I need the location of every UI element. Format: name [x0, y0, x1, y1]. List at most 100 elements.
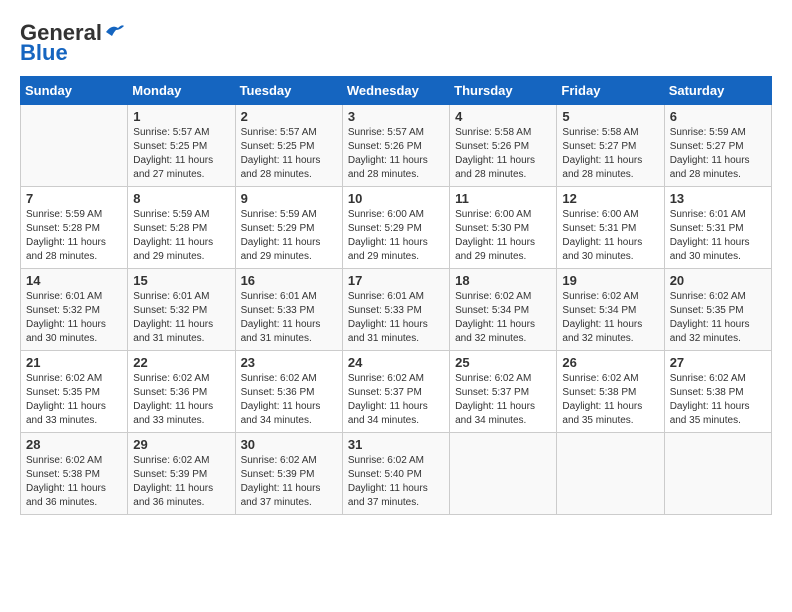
- day-number: 2: [241, 109, 337, 124]
- calendar-cell: 25Sunrise: 6:02 AMSunset: 5:37 PMDayligh…: [450, 351, 557, 433]
- calendar-cell: 31 Sunrise: 6:02 AMSunset: 5:40 PMDayligh…: [342, 433, 449, 515]
- day-number: 12: [562, 191, 658, 206]
- day-number: 13: [670, 191, 766, 206]
- calendar-cell: 23Sunrise: 6:02 AMSunset: 5:36 PMDayligh…: [235, 351, 342, 433]
- day-info: Sunrise: 6:01 AMSunset: 5:32 PMDaylight:…: [26, 290, 122, 346]
- calendar-cell: 4 Sunrise: 5:58 AMSunset: 5:26 PMDaylight…: [450, 105, 557, 187]
- day-info: Sunrise: 6:01 AMSunset: 5:33 PMDaylight:…: [348, 290, 444, 346]
- day-info: Sunrise: 5:57 AMSunset: 5:25 PMDaylight:…: [133, 126, 229, 182]
- day-info: Sunrise: 6:02 AMSunset: 5:35 PMDaylight:…: [670, 290, 766, 346]
- day-info: Sunrise: 5:58 AMSunset: 5:26 PMDaylight:…: [455, 126, 551, 182]
- day-info: Sunrise: 5:59 AMSunset: 5:29 PMDaylight:…: [241, 208, 337, 264]
- calendar-cell: 2 Sunrise: 5:57 AMSunset: 5:25 PMDaylight…: [235, 105, 342, 187]
- day-number: 16: [241, 273, 337, 288]
- calendar-cell: 17 Sunrise: 6:01 AMSunset: 5:33 PMDayligh…: [342, 269, 449, 351]
- calendar-cell: 12 Sunrise: 6:00 AMSunset: 5:31 PMDayligh…: [557, 187, 664, 269]
- day-number: 30: [241, 437, 337, 452]
- day-number: 10: [348, 191, 444, 206]
- day-info: Sunrise: 6:02 AMSunset: 5:38 PMDaylight:…: [26, 454, 122, 510]
- day-number: 11: [455, 191, 551, 206]
- day-info: Sunrise: 5:57 AMSunset: 5:26 PMDaylight:…: [348, 126, 444, 182]
- day-info: Sunrise: 6:02 AMSunset: 5:37 PMDaylight:…: [455, 372, 551, 428]
- day-number: 22: [133, 355, 229, 370]
- calendar-cell: [21, 105, 128, 187]
- day-number: 17: [348, 273, 444, 288]
- weekday-header-friday: Friday: [557, 77, 664, 105]
- page-header: General Blue: [20, 20, 772, 66]
- weekday-header-thursday: Thursday: [450, 77, 557, 105]
- day-number: 5: [562, 109, 658, 124]
- day-info: Sunrise: 6:02 AMSunset: 5:35 PMDaylight:…: [26, 372, 122, 428]
- day-number: 27: [670, 355, 766, 370]
- calendar-cell: [557, 433, 664, 515]
- day-number: 7: [26, 191, 122, 206]
- calendar-cell: 28 Sunrise: 6:02 AMSunset: 5:38 PMDayligh…: [21, 433, 128, 515]
- day-number: 14: [26, 273, 122, 288]
- day-number: 28: [26, 437, 122, 452]
- calendar-cell: 16 Sunrise: 6:01 AMSunset: 5:33 PMDayligh…: [235, 269, 342, 351]
- day-number: 1: [133, 109, 229, 124]
- day-info: Sunrise: 6:02 AMSunset: 5:39 PMDaylight:…: [241, 454, 337, 510]
- day-info: Sunrise: 6:02 AMSunset: 5:37 PMDaylight:…: [348, 372, 444, 428]
- calendar-cell: 13 Sunrise: 6:01 AMSunset: 5:31 PMDayligh…: [664, 187, 771, 269]
- day-number: 31: [348, 437, 444, 452]
- calendar-cell: 5 Sunrise: 5:58 AMSunset: 5:27 PMDaylight…: [557, 105, 664, 187]
- calendar-cell: 19 Sunrise: 6:02 AMSunset: 5:34 PMDayligh…: [557, 269, 664, 351]
- calendar-cell: 1 Sunrise: 5:57 AMSunset: 5:25 PMDaylight…: [128, 105, 235, 187]
- day-number: 4: [455, 109, 551, 124]
- day-number: 9: [241, 191, 337, 206]
- calendar-cell: 20Sunrise: 6:02 AMSunset: 5:35 PMDayligh…: [664, 269, 771, 351]
- logo-bird-icon: [104, 22, 126, 40]
- calendar-cell: 3Sunrise: 5:57 AMSunset: 5:26 PMDaylight…: [342, 105, 449, 187]
- day-info: Sunrise: 6:01 AMSunset: 5:33 PMDaylight:…: [241, 290, 337, 346]
- calendar-cell: 10 Sunrise: 6:00 AMSunset: 5:29 PMDayligh…: [342, 187, 449, 269]
- day-info: Sunrise: 6:02 AMSunset: 5:40 PMDaylight:…: [348, 454, 444, 510]
- day-info: Sunrise: 6:01 AMSunset: 5:32 PMDaylight:…: [133, 290, 229, 346]
- calendar-cell: 24 Sunrise: 6:02 AMSunset: 5:37 PMDayligh…: [342, 351, 449, 433]
- calendar-cell: 27 Sunrise: 6:02 AMSunset: 5:38 PMDayligh…: [664, 351, 771, 433]
- logo: General Blue: [20, 20, 126, 66]
- day-info: Sunrise: 5:59 AMSunset: 5:28 PMDaylight:…: [133, 208, 229, 264]
- calendar-cell: [450, 433, 557, 515]
- calendar-cell: 11 Sunrise: 6:00 AMSunset: 5:30 PMDayligh…: [450, 187, 557, 269]
- day-info: Sunrise: 6:02 AMSunset: 5:36 PMDaylight:…: [241, 372, 337, 428]
- day-info: Sunrise: 6:02 AMSunset: 5:36 PMDaylight:…: [133, 372, 229, 428]
- day-info: Sunrise: 6:01 AMSunset: 5:31 PMDaylight:…: [670, 208, 766, 264]
- day-number: 8: [133, 191, 229, 206]
- weekday-header-saturday: Saturday: [664, 77, 771, 105]
- day-info: Sunrise: 6:02 AMSunset: 5:39 PMDaylight:…: [133, 454, 229, 510]
- calendar-cell: 21 Sunrise: 6:02 AMSunset: 5:35 PMDayligh…: [21, 351, 128, 433]
- calendar-cell: 8 Sunrise: 5:59 AMSunset: 5:28 PMDaylight…: [128, 187, 235, 269]
- calendar-cell: 15 Sunrise: 6:01 AMSunset: 5:32 PMDayligh…: [128, 269, 235, 351]
- calendar-cell: 29 Sunrise: 6:02 AMSunset: 5:39 PMDayligh…: [128, 433, 235, 515]
- calendar-cell: 14 Sunrise: 6:01 AMSunset: 5:32 PMDayligh…: [21, 269, 128, 351]
- weekday-header-monday: Monday: [128, 77, 235, 105]
- calendar-table: SundayMondayTuesdayWednesdayThursdayFrid…: [20, 76, 772, 515]
- day-info: Sunrise: 6:02 AMSunset: 5:38 PMDaylight:…: [670, 372, 766, 428]
- day-info: Sunrise: 5:57 AMSunset: 5:25 PMDaylight:…: [241, 126, 337, 182]
- day-number: 6: [670, 109, 766, 124]
- calendar-cell: 26 Sunrise: 6:02 AMSunset: 5:38 PMDayligh…: [557, 351, 664, 433]
- day-number: 24: [348, 355, 444, 370]
- day-number: 21: [26, 355, 122, 370]
- day-number: 29: [133, 437, 229, 452]
- day-info: Sunrise: 6:00 AMSunset: 5:29 PMDaylight:…: [348, 208, 444, 264]
- day-info: Sunrise: 6:02 AMSunset: 5:34 PMDaylight:…: [562, 290, 658, 346]
- calendar-cell: 6Sunrise: 5:59 AMSunset: 5:27 PMDaylight…: [664, 105, 771, 187]
- day-info: Sunrise: 5:59 AMSunset: 5:28 PMDaylight:…: [26, 208, 122, 264]
- calendar-cell: 22 Sunrise: 6:02 AMSunset: 5:36 PMDayligh…: [128, 351, 235, 433]
- day-number: 26: [562, 355, 658, 370]
- day-info: Sunrise: 6:02 AMSunset: 5:34 PMDaylight:…: [455, 290, 551, 346]
- day-info: Sunrise: 6:00 AMSunset: 5:31 PMDaylight:…: [562, 208, 658, 264]
- day-info: Sunrise: 5:58 AMSunset: 5:27 PMDaylight:…: [562, 126, 658, 182]
- calendar-cell: 18Sunrise: 6:02 AMSunset: 5:34 PMDayligh…: [450, 269, 557, 351]
- weekday-header-sunday: Sunday: [21, 77, 128, 105]
- calendar-cell: 9 Sunrise: 5:59 AMSunset: 5:29 PMDaylight…: [235, 187, 342, 269]
- day-info: Sunrise: 6:02 AMSunset: 5:38 PMDaylight:…: [562, 372, 658, 428]
- logo-blue: Blue: [20, 40, 68, 66]
- calendar-cell: 30 Sunrise: 6:02 AMSunset: 5:39 PMDayligh…: [235, 433, 342, 515]
- day-number: 19: [562, 273, 658, 288]
- day-info: Sunrise: 6:00 AMSunset: 5:30 PMDaylight:…: [455, 208, 551, 264]
- calendar-cell: 7 Sunrise: 5:59 AMSunset: 5:28 PMDaylight…: [21, 187, 128, 269]
- day-number: 15: [133, 273, 229, 288]
